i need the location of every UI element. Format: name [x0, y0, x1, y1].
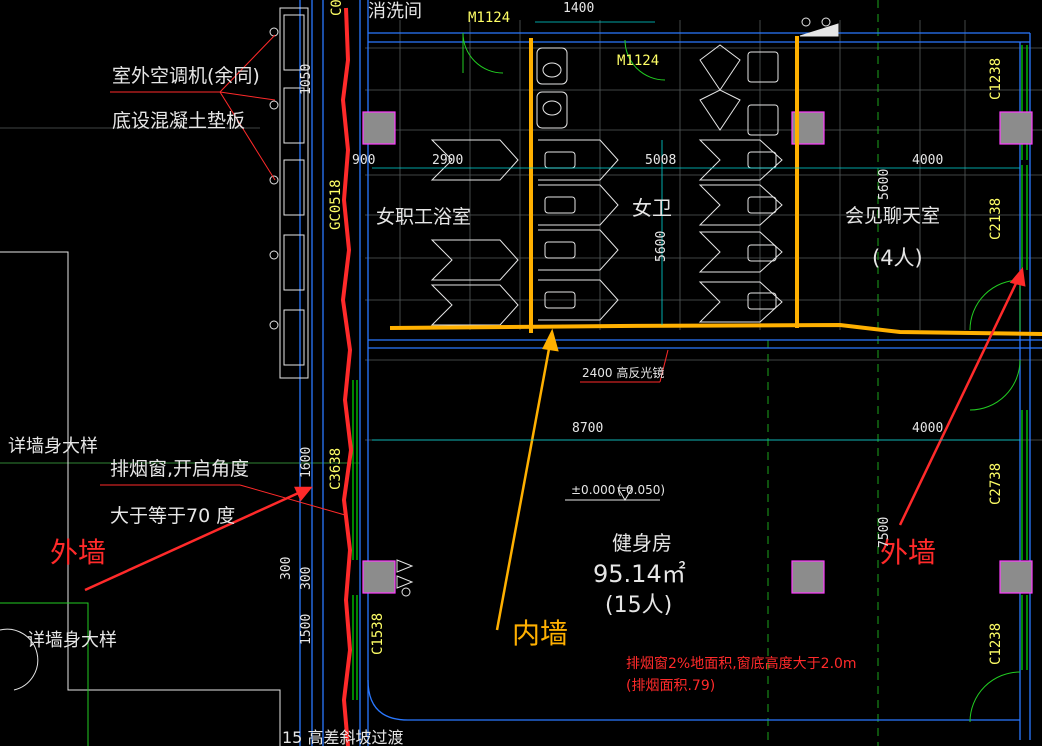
leader-lines [100, 34, 669, 516]
room-female-wc: 女卫 [632, 196, 672, 220]
outer-wall-red-line [340, 7, 354, 746]
tag-win-c1238-a: C1238 [988, 58, 1004, 100]
dim-1050: 1050 [299, 64, 314, 95]
label-inner-wall: 内墙 [512, 617, 568, 650]
tag-win-gc: GC0518 [328, 179, 344, 230]
room-gym: 健身房 [612, 531, 672, 555]
tag-door-1: M1124 [468, 10, 510, 26]
slope-note: 15 高差斜坡过渡 [282, 728, 403, 746]
column [791, 560, 825, 594]
dim-4000-b: 4000 [912, 421, 943, 436]
dim-1500: 1500 [299, 614, 314, 645]
tag-win-c2138: C2138 [988, 198, 1004, 240]
dim-5600-b: 5600 [877, 169, 892, 200]
left-green-outline [0, 602, 89, 746]
cad-floor-plan-canvas: 室外空调机(余同) 底设混凝土垫板 详墙身大样 排烟窗,开启角度 大于等于70 … [0, 0, 1042, 746]
room-female-bath: 女职工浴室 [376, 206, 471, 228]
tag-win-c1238-b: C1238 [988, 623, 1004, 665]
dim-300: 300 [279, 557, 294, 580]
dim-4000-a: 4000 [912, 153, 943, 168]
label-exhaust-window-2: 大于等于70 度 [110, 505, 235, 527]
tag-win-c3638: C3638 [328, 448, 344, 490]
label-outer-wall-left: 外墙 [50, 536, 106, 569]
floor-plan-drawing: 室外空调机(余同) 底设混凝土垫板 详墙身大样 排烟窗,开启角度 大于等于70 … [0, 0, 1042, 746]
dim-8700: 8700 [572, 421, 603, 436]
tag-win-top-left: C0 [329, 0, 345, 16]
room-meeting: 会见聊天室 [845, 205, 940, 227]
column [362, 111, 396, 145]
tag-door-2: M1124 [617, 53, 659, 69]
label-outdoor-ac: 室外空调机(余同) [112, 65, 260, 87]
dim-1400: 1400 [563, 1, 594, 16]
smoke-note-1: 排烟窗2%地面积,窗底高度大于2.0m [626, 655, 857, 672]
mirror-note: 2400 高反光镜 [582, 365, 664, 380]
dim-1600: 1600 [299, 447, 314, 478]
label-wall-detail-1: 详墙身大样 [8, 436, 98, 457]
dimension-lines [372, 21, 1020, 441]
left-wall-outline [299, 0, 1042, 746]
level-mark: ±0.000 [571, 483, 615, 497]
annotation-arrows [84, 267, 1026, 631]
room-gym-capacity: (15人) [605, 593, 672, 618]
toilet-cubicles [430, 44, 783, 326]
room-meeting-capacity: (4人) [872, 246, 923, 270]
column [999, 560, 1033, 594]
entry-arrows [396, 559, 414, 597]
outdoor-ac-units [269, 7, 309, 379]
column [999, 111, 1033, 145]
tag-win-c1538: C1538 [370, 613, 386, 655]
dim-300-b: 300 [299, 567, 314, 590]
column [362, 560, 396, 594]
dim-900: 900 [352, 153, 375, 168]
window-sashes-right [352, 45, 1028, 700]
label-wall-detail-2: 详墙身大样 [27, 630, 117, 651]
dim-2900: 2900 [432, 153, 463, 168]
label-ac-base: 底设混凝土垫板 [112, 110, 245, 132]
dim-7500: 7500 [877, 517, 892, 548]
dim-5600: 5600 [654, 231, 669, 262]
dim-5008: 5008 [645, 153, 676, 168]
wall-detail-outlines [0, 251, 281, 746]
label-exhaust-window-1: 排烟窗,开启角度 [110, 458, 249, 480]
level-mark-2: (-0.050) [617, 483, 665, 497]
tag-win-c2738: C2738 [988, 463, 1004, 505]
structural-columns [362, 111, 1033, 594]
room-gym-area: 95.14㎡ [593, 560, 686, 588]
room-top: 消洗间 [368, 1, 422, 22]
smoke-note-2: (排烟面积.79) [626, 678, 715, 694]
